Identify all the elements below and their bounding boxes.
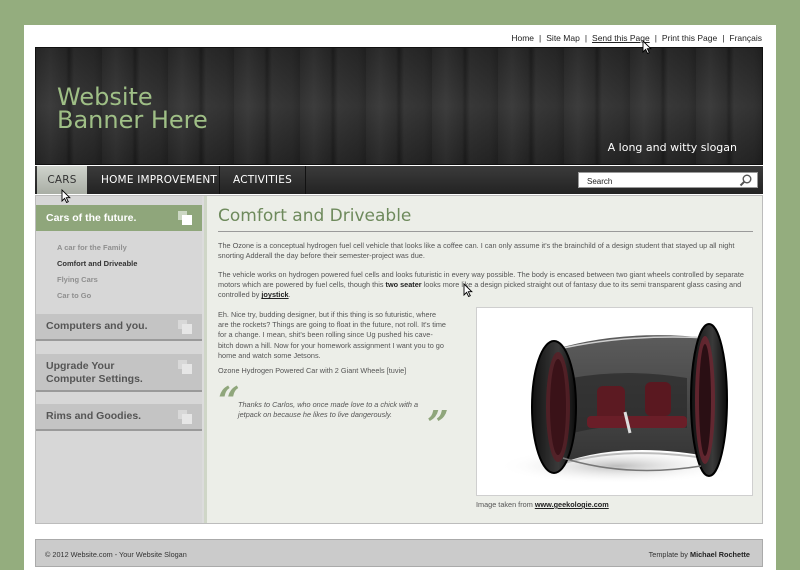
sidebar-section-cars-future[interactable]: Cars of the future. bbox=[36, 205, 202, 231]
title-divider bbox=[218, 231, 753, 232]
paragraph-2: The vehicle works on hydrogen powered fu… bbox=[218, 270, 756, 301]
sidebar-subitem-comfort[interactable]: Comfort and Driveable bbox=[57, 259, 137, 268]
main-nav: CARS HOME IMPROVEMENT ACTIVITIES bbox=[35, 166, 763, 194]
bold-text: two seater bbox=[385, 280, 422, 290]
open-quote-icon: “ bbox=[218, 378, 240, 423]
separator: | bbox=[722, 33, 725, 43]
footer-credit: Template by Michael Rochette bbox=[649, 550, 750, 559]
squares-icon bbox=[178, 320, 192, 334]
squares-icon bbox=[178, 211, 192, 225]
search-box bbox=[578, 172, 758, 188]
separator: | bbox=[584, 33, 588, 43]
credit-text: Template by bbox=[648, 550, 690, 559]
paragraph-3: Eh. Nice try, budding designer, but if t… bbox=[218, 310, 446, 360]
main-area: Cars of the future. A car for the Family… bbox=[35, 195, 763, 524]
francais-link[interactable]: Français bbox=[729, 33, 762, 43]
print-page-link[interactable]: Print this Page bbox=[662, 33, 717, 43]
paragraph-4: Ozone Hydrogen Powered Car with 2 Giant … bbox=[218, 366, 407, 375]
cursor-icon bbox=[642, 40, 652, 54]
sidebar-subitem-flying[interactable]: Flying Cars bbox=[57, 275, 98, 284]
cursor-icon bbox=[463, 283, 473, 297]
paragraph-1: The Ozone is a conceptual hydrogen fuel … bbox=[218, 241, 735, 261]
sidebar-subitem-family[interactable]: A car for the Family bbox=[57, 243, 127, 252]
sidebar-section-label: Computers and you. bbox=[46, 320, 148, 332]
sidebar-section-upgrade[interactable]: Upgrade Your Computer Settings. bbox=[36, 354, 202, 392]
sidebar-section-computers[interactable]: Computers and you. bbox=[36, 314, 202, 341]
nav-divider bbox=[305, 166, 306, 194]
paragraph-text: . bbox=[288, 290, 291, 300]
author-name: Michael Rochette bbox=[689, 550, 750, 559]
close-quote-icon: ” bbox=[427, 402, 449, 447]
separator: | bbox=[654, 33, 657, 43]
page-title: Comfort and Driveable bbox=[218, 206, 412, 226]
joystick-link[interactable]: joystick bbox=[261, 290, 288, 299]
search-icon[interactable] bbox=[739, 174, 753, 187]
sidebar-section-label: Computer Settings. bbox=[46, 373, 143, 385]
sidebar-section-rims[interactable]: Rims and Goodies. bbox=[36, 404, 202, 431]
top-links: Home | Site Map | Send this Page | Print this … bbox=[511, 33, 762, 43]
sidebar-section-label: Rims and Goodies. bbox=[46, 410, 142, 422]
nav-item-activities[interactable]: ACTIVITIES bbox=[233, 166, 292, 194]
ozone-car-illustration bbox=[497, 323, 737, 484]
car-image bbox=[476, 307, 753, 496]
banner-title-line2: Banner Here bbox=[57, 106, 208, 134]
caption-text: Image taken from bbox=[476, 500, 535, 509]
page: Home | Site Map | Send this Page | Print this … bbox=[24, 25, 776, 570]
footer-copyright: © 2012 Website.com - Your Website Slogan bbox=[45, 550, 187, 559]
banner-title: Website Banner Here bbox=[57, 85, 257, 134]
image-caption: Image taken from www.geekologie.com bbox=[476, 500, 609, 509]
pull-quote: “ Thanks to Carlos, who once made love t… bbox=[218, 378, 453, 444]
quote-text: Thanks to Carlos, who once made love to … bbox=[238, 400, 419, 419]
separator: | bbox=[539, 33, 542, 43]
content-panel: Comfort and Driveable The Ozone is a con… bbox=[204, 196, 762, 523]
site-banner: Website Banner Here A long and witty slo… bbox=[35, 47, 763, 165]
sidebar-section-label: Cars of the future. bbox=[46, 212, 137, 224]
search-input[interactable] bbox=[587, 176, 727, 186]
banner-slogan: A long and witty slogan bbox=[607, 141, 737, 154]
nav-divider bbox=[219, 166, 220, 194]
footer: © 2012 Website.com - Your Website Slogan… bbox=[35, 539, 763, 567]
nav-item-home-improvement[interactable]: HOME IMPROVEMENT bbox=[101, 166, 217, 194]
cursor-icon bbox=[61, 189, 71, 203]
sidebar: Cars of the future. A car for the Family… bbox=[36, 196, 202, 523]
home-link[interactable]: Home bbox=[511, 33, 534, 43]
sidebar-subitem-car-to-go[interactable]: Car to Go bbox=[57, 291, 91, 300]
sitemap-link[interactable]: Site Map bbox=[546, 33, 580, 43]
squares-icon bbox=[178, 360, 192, 374]
geekologie-link[interactable]: www.geekologie.com bbox=[535, 500, 609, 509]
squares-icon bbox=[178, 410, 192, 424]
